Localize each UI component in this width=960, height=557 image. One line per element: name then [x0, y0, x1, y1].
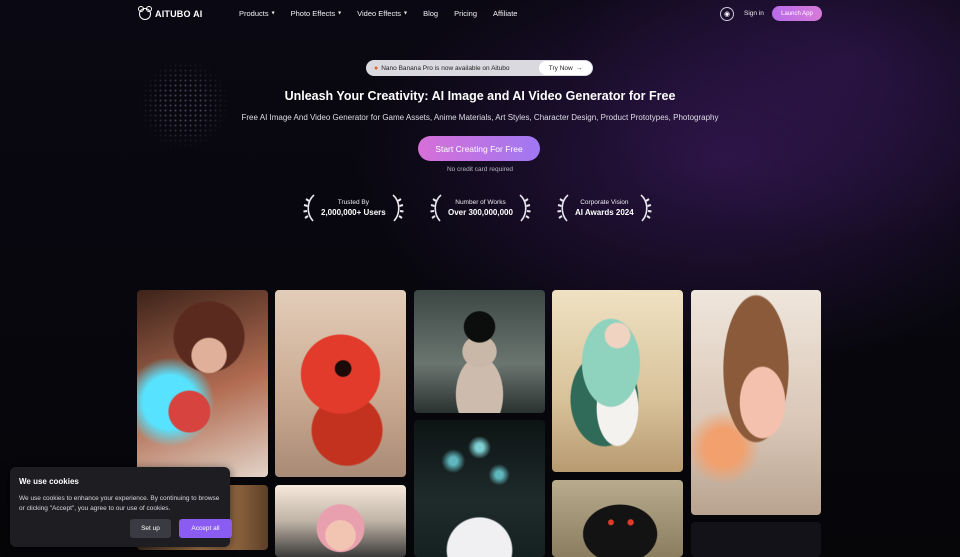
- award-label: Trusted By: [337, 199, 369, 206]
- gallery-image-dark[interactable]: [691, 522, 821, 557]
- announcement-text-wrap: ● Nano Banana Pro is now available on Ai…: [374, 65, 510, 72]
- menu-item-blog[interactable]: Blog: [423, 9, 438, 18]
- decorative-dot-globe: [138, 58, 230, 150]
- menu-item-affiliate[interactable]: Affiliate: [493, 9, 517, 18]
- gallery-image-portrait-girl[interactable]: [691, 290, 821, 515]
- award-vision: Corporate Vision AI Awards 2024: [557, 193, 652, 223]
- cookie-accept-button[interactable]: Accept all: [179, 519, 232, 538]
- menu-label: Products: [239, 9, 269, 18]
- menu-item-photo-effects[interactable]: Photo Effects ▾: [291, 9, 342, 18]
- award-works: Number of Works Over 300,000,000: [430, 193, 531, 223]
- award-label: Number of Works: [455, 199, 506, 206]
- fire-icon: ●: [374, 64, 379, 72]
- main-menu: Products ▾ Photo Effects ▾ Video Effects…: [239, 9, 517, 18]
- menu-item-products[interactable]: Products ▾: [239, 9, 275, 18]
- award-body: Number of Works Over 300,000,000: [444, 199, 517, 217]
- award-body: Corporate Vision AI Awards 2024: [571, 199, 638, 217]
- laurel-right-icon: [640, 194, 652, 222]
- launch-app-button[interactable]: Launch App: [772, 6, 822, 21]
- laurel-left-icon: [557, 194, 569, 222]
- menu-label: Pricing: [454, 9, 478, 18]
- laurel-left-icon: [303, 194, 315, 222]
- cookie-title: We use cookies: [19, 477, 79, 486]
- no-credit-card-note: No credit card required: [446, 166, 514, 173]
- logo-bear-icon: [138, 6, 152, 20]
- award-value: 2,000,000+ Users: [321, 208, 386, 217]
- laurel-right-icon: [519, 194, 531, 222]
- menu-label: Photo Effects: [290, 9, 336, 18]
- cookie-banner: We use cookies We use cookies to enhance…: [10, 467, 232, 547]
- start-creating-button[interactable]: Start Creating For Free: [418, 136, 540, 161]
- hero-headline: Unleash Your Creativity: AI Image and AI…: [284, 89, 676, 103]
- menu-label: Video Effects: [357, 9, 402, 18]
- sign-in-link[interactable]: Sign in: [744, 10, 764, 17]
- top-navbar: AITUBO AI Products ▾ Photo Effects ▾ Vid…: [0, 0, 960, 28]
- announcement-banner: ● Nano Banana Pro is now available on Ai…: [366, 60, 593, 76]
- menu-label: Affiliate: [493, 9, 518, 18]
- logo[interactable]: AITUBO AI: [138, 6, 203, 20]
- menu-label: Blog: [423, 9, 439, 18]
- chevron-down-icon: ▾: [271, 10, 275, 17]
- gallery-image-masked-woman[interactable]: [414, 290, 545, 413]
- award-users: Trusted By 2,000,000+ Users: [303, 193, 404, 223]
- gallery-image-car-woman[interactable]: [275, 485, 406, 557]
- arrow-right-icon: →: [575, 64, 583, 72]
- discord-icon[interactable]: ◉: [720, 7, 734, 21]
- award-label: Corporate Vision: [580, 199, 629, 206]
- gallery-image-red-bird[interactable]: [275, 290, 406, 477]
- cookie-setup-button[interactable]: Set up: [130, 519, 171, 538]
- laurel-right-icon: [392, 194, 404, 222]
- menu-item-pricing[interactable]: Pricing: [454, 9, 477, 18]
- gallery-image-lightbulbs[interactable]: [414, 420, 545, 557]
- laurel-left-icon: [430, 194, 442, 222]
- gallery-image-anime-knight[interactable]: [552, 290, 683, 472]
- gallery-image-anime-boy[interactable]: [137, 290, 268, 477]
- try-now-button[interactable]: Try Now →: [539, 61, 592, 75]
- announcement-text: Nano Banana Pro is now available on Aitu…: [381, 64, 510, 72]
- chevron-down-icon: ▾: [338, 10, 342, 17]
- award-value: Over 300,000,000: [448, 208, 513, 217]
- chevron-down-icon: ▾: [404, 10, 408, 17]
- award-body: Trusted By 2,000,000+ Users: [317, 199, 390, 217]
- hero-subline: Free AI Image And Video Generator for Ga…: [241, 113, 719, 122]
- gallery-image-wolf[interactable]: [552, 480, 683, 557]
- award-value: AI Awards 2024: [575, 208, 634, 217]
- cookie-text: We use cookies to enhance your experienc…: [19, 495, 220, 512]
- try-now-label: Try Now: [548, 64, 573, 72]
- logo-text: AITUBO AI: [155, 9, 203, 19]
- menu-item-video-effects[interactable]: Video Effects ▾: [357, 9, 407, 18]
